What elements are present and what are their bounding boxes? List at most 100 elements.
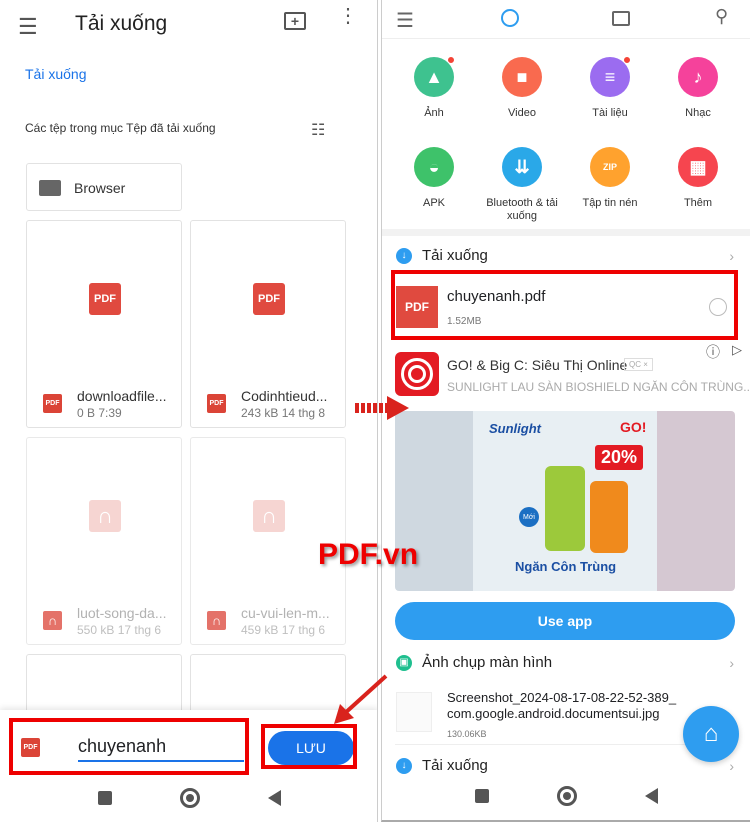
chevron-right-icon[interactable]: › [729, 248, 734, 264]
music-icon: ♪ [678, 57, 718, 97]
zip-icon: ZIP [590, 147, 630, 187]
file-card[interactable]: PDF PDF downloadfile... 0 B 7:39 [26, 220, 182, 428]
pdf-icon: PDF [89, 283, 121, 315]
arrow-right [355, 403, 387, 413]
folder-icon[interactable] [612, 11, 630, 26]
pdf-icon: PDF [43, 394, 62, 413]
ad-product: Ngăn Côn Trùng [515, 559, 617, 574]
folder-name: Browser [74, 180, 126, 196]
pdf-icon: PDF [253, 283, 285, 315]
android-icon: ◒ [414, 147, 454, 187]
more-options-icon[interactable]: ⋮ [338, 6, 358, 26]
breadcrumb[interactable]: Tải xuống [25, 66, 86, 82]
ad-store: GO! [620, 419, 647, 435]
ad-choices-icon[interactable]: ▷ [732, 342, 742, 358]
search-icon[interactable]: ⚲ [715, 6, 728, 27]
section-label: Các tệp trong mục Tệp đã tải xuống [25, 121, 216, 135]
ad-app-logo[interactable] [395, 352, 439, 396]
folder-browser[interactable]: Browser [26, 163, 182, 211]
ad-brand: Sunlight [489, 421, 541, 436]
arrow-right-head [387, 396, 409, 420]
ad-subtitle: SUNLIGHT LAU SÀN BIOSHIELD NGĂN CÔN TRÙN… [447, 380, 750, 394]
category-label: Tài liệu [592, 107, 628, 119]
file-name: luot-song-da... [77, 605, 167, 621]
downloads-section-header[interactable]: ↓ Tải xuống [396, 757, 488, 774]
use-app-button[interactable]: Use app [395, 602, 735, 640]
file-meta: 459 kB 17 thg 6 [241, 623, 326, 637]
ad-title[interactable]: GO! & Big C: Siêu Thị Online [447, 357, 627, 373]
image-icon: ▲ [414, 56, 455, 97]
clean-brush-fab[interactable]: ⌂ [683, 706, 739, 762]
file-save-panel: ☰ Tải xuống + ⋮ Tải xuống Các tệp trong … [0, 0, 378, 822]
file-meta: 550 kB 17 thg 6 [77, 623, 162, 637]
file-name[interactable]: Screenshot_2024-08-17-08-22-52-389_ com.g… [447, 690, 676, 722]
headphones-icon: ∩ [207, 611, 226, 630]
back-icon[interactable] [267, 790, 281, 806]
recents-icon[interactable] [97, 791, 112, 805]
pdf-icon: PDF [207, 394, 226, 413]
recent-clock-icon[interactable] [501, 9, 519, 27]
section-title: Tải xuống [422, 757, 488, 774]
file-meta: 0 B 7:39 [77, 406, 122, 420]
category-grid[interactable]: ▦ Thêm [658, 147, 738, 210]
nav-bar [382, 786, 750, 806]
info-icon[interactable]: ⓘ [706, 342, 720, 362]
file-manager-panel: ☰ ⚲ ▲ Ảnh ■ Video ≡ Tài liệu ♪ Nhạc ◒ APK ⇊ Bluetoo… [381, 0, 750, 822]
category-video[interactable]: ■ Video [482, 57, 562, 120]
screenshots-section-header[interactable]: ▣ Ảnh chụp màn hình [396, 654, 552, 671]
download-icon: ↓ [396, 757, 412, 774]
new-folder-icon[interactable]: + [284, 12, 306, 30]
file-name: cu-vui-len-m... [241, 605, 330, 621]
highlight-filename [9, 718, 249, 775]
arrow-diagonal [334, 674, 388, 724]
ad-banner-image[interactable]: Sunlight GO! 20% Mới Ngăn Côn Trùng [395, 411, 735, 591]
file-meta: 243 kB 14 thg 8 [241, 406, 326, 420]
section-title: Ảnh chụp màn hình [422, 654, 553, 671]
menu-icon[interactable]: ☰ [18, 14, 38, 40]
recents-icon[interactable] [474, 789, 489, 803]
ad-new-badge: Mới [519, 507, 539, 527]
file-size: 130.06KB [447, 729, 487, 739]
download-icon: ⇊ [502, 147, 542, 187]
headphones-icon: ∩ [89, 500, 121, 532]
home-icon[interactable] [179, 788, 200, 808]
highlight-save [261, 724, 357, 769]
downloads-section-header[interactable]: ↓ Tải xuống [396, 247, 488, 264]
file-name: Codinhtieud... [241, 388, 328, 404]
file-card[interactable]: PDF PDF Codinhtieud... 243 kB 14 thg 8 [190, 220, 346, 428]
category-document[interactable]: ≡ Tài liệu [570, 56, 650, 120]
category-zip[interactable]: ZIP Tập tin nén [570, 147, 650, 210]
section-title: Tải xuống [422, 247, 488, 264]
category-label: Nhạc [685, 107, 711, 119]
category-music[interactable]: ♪ Nhạc [658, 57, 738, 120]
list-view-icon[interactable]: ☷ [311, 120, 325, 140]
category-label: Tập tin nén [582, 197, 638, 209]
video-icon: ■ [502, 57, 542, 97]
grid-icon: ▦ [678, 147, 718, 187]
screenshot-icon: ▣ [396, 654, 412, 671]
watermark: PDF.vn [318, 538, 419, 571]
category-label: Bluetooth & tải xuống [486, 197, 558, 222]
category-label: Ảnh [424, 107, 444, 119]
headphones-icon: ∩ [253, 500, 285, 532]
category-android[interactable]: ◒ APK [394, 147, 474, 210]
page-title: Tải xuống [75, 12, 168, 35]
menu-icon[interactable]: ☰ [396, 8, 414, 33]
chevron-right-icon[interactable]: › [729, 655, 734, 671]
category-image[interactable]: ▲ Ảnh [394, 56, 474, 120]
ad-discount: 20% [595, 445, 644, 470]
nav-bar [0, 788, 377, 808]
notification-dot [623, 56, 631, 64]
back-icon[interactable] [644, 788, 658, 804]
ad-badge: QC × [624, 358, 653, 371]
headphones-icon: ∩ [43, 611, 62, 630]
chevron-right-icon[interactable]: › [729, 758, 734, 774]
download-icon: ↓ [396, 247, 412, 264]
notification-dot [447, 56, 455, 64]
folder-icon [39, 180, 61, 196]
category-label: APK [422, 197, 445, 209]
highlight-file [391, 270, 738, 340]
category-download[interactable]: ⇊ Bluetooth & tải xuống [482, 147, 562, 223]
home-icon[interactable] [556, 786, 577, 806]
document-icon: ≡ [590, 56, 631, 97]
